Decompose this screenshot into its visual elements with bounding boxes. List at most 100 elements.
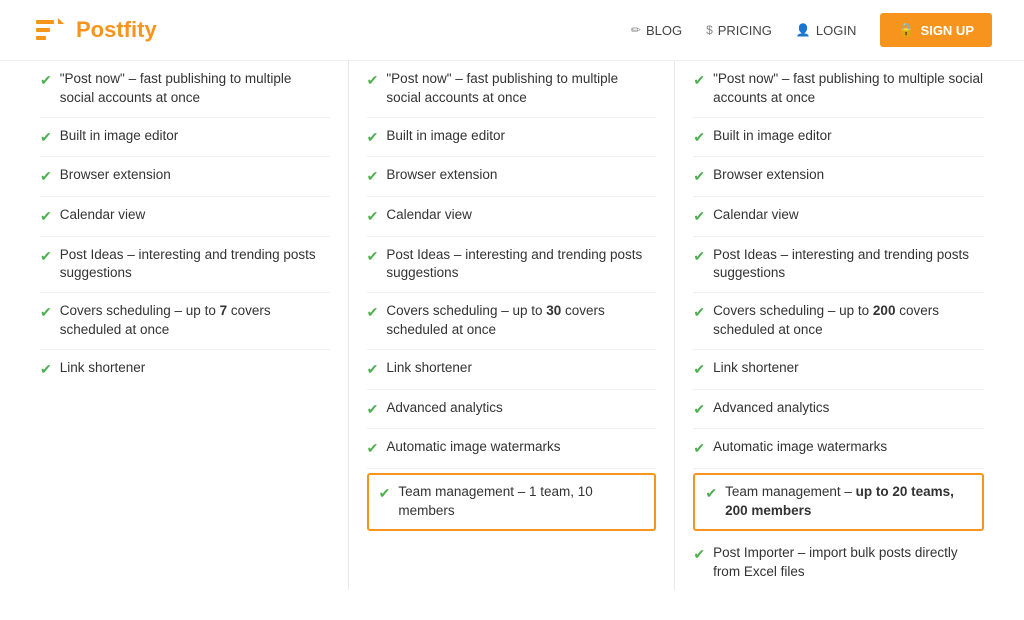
check-icon: ✔ bbox=[693, 207, 705, 227]
check-icon: ✔ bbox=[40, 360, 52, 380]
check-icon: ✔ bbox=[693, 439, 705, 459]
check-icon: ✔ bbox=[693, 303, 705, 323]
check-icon: ✔ bbox=[367, 439, 379, 459]
feature-text: "Post now" – fast publishing to multiple… bbox=[60, 70, 330, 108]
pencil-icon: ✏ bbox=[631, 23, 641, 37]
check-icon: ✔ bbox=[379, 484, 391, 504]
feature-calendar-starter: ✔ Calendar view bbox=[40, 197, 330, 237]
feature-watermarks-pro: ✔ Automatic image watermarks bbox=[367, 429, 657, 469]
blog-label: BLOG bbox=[646, 23, 682, 38]
feature-text: Calendar view bbox=[60, 206, 330, 225]
pricing-link[interactable]: $ PRICING bbox=[706, 23, 772, 38]
feature-browser-ext-agency: ✔ Browser extension bbox=[693, 157, 984, 197]
feature-watermarks-agency: ✔ Automatic image watermarks bbox=[693, 429, 984, 469]
feature-text: Built in image editor bbox=[713, 127, 984, 146]
signup-button[interactable]: 🔒 SIGN UP bbox=[880, 13, 992, 47]
pricing-label: PRICING bbox=[718, 23, 772, 38]
logo-text: Postfity bbox=[76, 17, 157, 43]
feature-text: Post Ideas – interesting and trending po… bbox=[386, 246, 656, 284]
feature-text: Covers scheduling – up to 7 covers sched… bbox=[60, 302, 330, 340]
lock-icon: 🔒 bbox=[898, 22, 914, 38]
check-icon: ✔ bbox=[40, 128, 52, 148]
feature-link-shortener-pro: ✔ Link shortener bbox=[367, 350, 657, 390]
feature-team-mgmt-pro-highlighted: ✔ Team management – 1 team, 10 members bbox=[367, 473, 657, 531]
check-icon: ✔ bbox=[693, 400, 705, 420]
pricing-grid: ✔ "Post now" – fast publishing to multip… bbox=[22, 61, 1002, 590]
feature-text: Link shortener bbox=[60, 359, 330, 378]
feature-browser-ext-starter: ✔ Browser extension bbox=[40, 157, 330, 197]
check-icon: ✔ bbox=[40, 71, 52, 91]
check-icon: ✔ bbox=[367, 360, 379, 380]
feature-post-now-agency: ✔ "Post now" – fast publishing to multip… bbox=[693, 61, 984, 118]
check-icon: ✔ bbox=[367, 167, 379, 187]
feature-team-mgmt-agency-highlighted: ✔ Team management – up to 20 teams, 200 … bbox=[693, 473, 984, 531]
feature-text: Post Importer – import bulk posts direct… bbox=[713, 544, 984, 582]
check-icon: ✔ bbox=[693, 128, 705, 148]
login-link[interactable]: 👤 LOGIN bbox=[796, 23, 856, 38]
logo-icon bbox=[32, 12, 68, 48]
check-icon: ✔ bbox=[693, 545, 705, 565]
check-icon: ✔ bbox=[693, 71, 705, 91]
check-icon: ✔ bbox=[367, 71, 379, 91]
feature-text: Advanced analytics bbox=[713, 399, 984, 418]
navbar: Postfity ✏ BLOG $ PRICING 👤 LOGIN 🔒 SIGN… bbox=[0, 0, 1024, 61]
feature-text: Team management – up to 20 teams, 200 me… bbox=[725, 483, 972, 521]
feature-text: Post Ideas – interesting and trending po… bbox=[60, 246, 330, 284]
plan-col-agency: ✔ "Post now" – fast publishing to multip… bbox=[675, 61, 1002, 590]
feature-text: Link shortener bbox=[386, 359, 656, 378]
check-icon: ✔ bbox=[367, 128, 379, 148]
feature-post-ideas-starter: ✔ Post Ideas – interesting and trending … bbox=[40, 237, 330, 294]
signup-label: SIGN UP bbox=[921, 23, 974, 38]
dollar-icon: $ bbox=[706, 23, 713, 37]
feature-text: Automatic image watermarks bbox=[713, 438, 984, 457]
feature-text: Team management – 1 team, 10 members bbox=[398, 483, 644, 521]
feature-text: Automatic image watermarks bbox=[386, 438, 656, 457]
feature-text: Calendar view bbox=[386, 206, 656, 225]
feature-text: "Post now" – fast publishing to multiple… bbox=[386, 70, 656, 108]
feature-image-editor-pro: ✔ Built in image editor bbox=[367, 118, 657, 158]
feature-post-now-starter: ✔ "Post now" – fast publishing to multip… bbox=[40, 61, 330, 118]
login-label: LOGIN bbox=[816, 23, 856, 38]
check-icon: ✔ bbox=[367, 207, 379, 227]
feature-post-now-pro: ✔ "Post now" – fast publishing to multip… bbox=[367, 61, 657, 118]
plan-col-pro: ✔ "Post now" – fast publishing to multip… bbox=[349, 61, 676, 590]
check-icon: ✔ bbox=[367, 400, 379, 420]
check-icon: ✔ bbox=[40, 303, 52, 323]
check-icon: ✔ bbox=[705, 484, 717, 504]
feature-text: Browser extension bbox=[60, 166, 330, 185]
check-icon: ✔ bbox=[40, 207, 52, 227]
check-icon: ✔ bbox=[40, 247, 52, 267]
check-icon: ✔ bbox=[693, 167, 705, 187]
check-icon: ✔ bbox=[693, 360, 705, 380]
feature-text: Covers scheduling – up to 200 covers sch… bbox=[713, 302, 984, 340]
feature-covers-agency: ✔ Covers scheduling – up to 200 covers s… bbox=[693, 293, 984, 350]
check-icon: ✔ bbox=[40, 167, 52, 187]
feature-link-shortener-agency: ✔ Link shortener bbox=[693, 350, 984, 390]
feature-post-ideas-agency: ✔ Post Ideas – interesting and trending … bbox=[693, 237, 984, 294]
feature-analytics-agency: ✔ Advanced analytics bbox=[693, 390, 984, 430]
feature-text: Calendar view bbox=[713, 206, 984, 225]
nav-links: ✏ BLOG $ PRICING 👤 LOGIN 🔒 SIGN UP bbox=[631, 13, 992, 47]
feature-calendar-pro: ✔ Calendar view bbox=[367, 197, 657, 237]
check-icon: ✔ bbox=[367, 247, 379, 267]
user-icon: 👤 bbox=[796, 23, 811, 37]
feature-covers-starter: ✔ Covers scheduling – up to 7 covers sch… bbox=[40, 293, 330, 350]
feature-link-shortener-starter: ✔ Link shortener bbox=[40, 350, 330, 389]
pricing-section: ✔ "Post now" – fast publishing to multip… bbox=[0, 61, 1024, 620]
feature-text: Browser extension bbox=[713, 166, 984, 185]
logo: Postfity bbox=[32, 12, 157, 48]
feature-text: Built in image editor bbox=[60, 127, 330, 146]
feature-text: Advanced analytics bbox=[386, 399, 656, 418]
check-icon: ✔ bbox=[367, 303, 379, 323]
feature-text: Browser extension bbox=[386, 166, 656, 185]
feature-text: Covers scheduling – up to 30 covers sche… bbox=[386, 302, 656, 340]
feature-text: "Post now" – fast publishing to multiple… bbox=[713, 70, 984, 108]
feature-post-importer-agency: ✔ Post Importer – import bulk posts dire… bbox=[693, 535, 984, 591]
feature-post-ideas-pro: ✔ Post Ideas – interesting and trending … bbox=[367, 237, 657, 294]
feature-image-editor-agency: ✔ Built in image editor bbox=[693, 118, 984, 158]
check-icon: ✔ bbox=[693, 247, 705, 267]
plan-col-starter: ✔ "Post now" – fast publishing to multip… bbox=[22, 61, 349, 590]
feature-image-editor-starter: ✔ Built in image editor bbox=[40, 118, 330, 158]
blog-link[interactable]: ✏ BLOG bbox=[631, 23, 682, 38]
feature-text: Post Ideas – interesting and trending po… bbox=[713, 246, 984, 284]
